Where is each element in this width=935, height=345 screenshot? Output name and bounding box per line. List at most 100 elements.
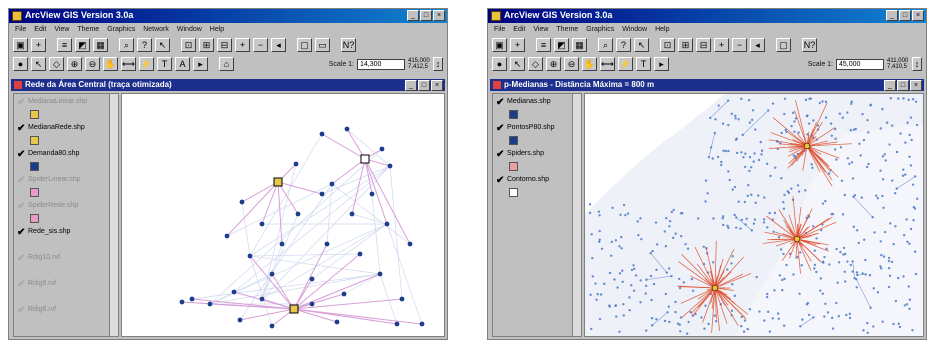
- label-icon[interactable]: T: [157, 57, 172, 71]
- menu-view[interactable]: View: [54, 24, 69, 35]
- network-icon[interactable]: ⌂: [219, 57, 234, 71]
- save-icon[interactable]: ▣: [492, 38, 507, 52]
- menu-view[interactable]: View: [533, 24, 548, 35]
- menu-theme[interactable]: Theme: [556, 24, 578, 35]
- right-table-of-contents[interactable]: ✔ Medianas.shp ✔ PontosP80.shp ✔ Spiders.shp ✔…: [492, 93, 582, 337]
- select-features-icon[interactable]: ▢: [297, 38, 312, 52]
- maximize-icon[interactable]: □: [420, 10, 432, 21]
- right-view-title-bar[interactable]: p-Medianas - Distância Máxima = 800 m _ …: [490, 79, 924, 91]
- right-title-bar[interactable]: ArcView GIS Version 3.0a _ □ ×: [488, 9, 926, 23]
- help-icon[interactable]: N?: [341, 38, 356, 52]
- menu-file[interactable]: File: [494, 24, 505, 35]
- hotlink-icon[interactable]: ⚡: [139, 57, 154, 71]
- save-icon[interactable]: ▣: [13, 38, 28, 52]
- menu-network[interactable]: Network: [143, 24, 169, 35]
- toc-theme-item[interactable]: ✔ Demanda80.shp: [14, 146, 118, 172]
- text-icon[interactable]: A: [175, 57, 190, 71]
- theme-visibility-checkbox[interactable]: ✔: [496, 175, 504, 186]
- toc-theme-item[interactable]: ✔ Spiders.shp: [493, 146, 581, 172]
- draw-icon[interactable]: ▸: [654, 57, 669, 71]
- menu-help[interactable]: Help: [210, 24, 224, 35]
- zoom-out-icon[interactable]: −: [732, 38, 747, 52]
- edit-legend-icon[interactable]: ◩: [554, 38, 569, 52]
- left-view-title-bar[interactable]: Rede da Área Central (traça otimizada) _…: [11, 79, 445, 91]
- theme-visibility-checkbox[interactable]: ✔: [17, 97, 25, 108]
- theme-visibility-checkbox[interactable]: ✔: [17, 253, 25, 264]
- view-minimize-icon[interactable]: _: [884, 80, 896, 91]
- pointer-icon[interactable]: ↖: [31, 57, 46, 71]
- toc-theme-item[interactable]: ✔ PontosP80.shp: [493, 120, 581, 146]
- hotlink-icon[interactable]: ⚡: [618, 57, 633, 71]
- measure-icon[interactable]: ⟷: [600, 57, 615, 71]
- label-icon[interactable]: T: [636, 57, 651, 71]
- zoom-active-icon[interactable]: ⊞: [678, 38, 693, 52]
- theme-visibility-checkbox[interactable]: ✔: [17, 149, 25, 160]
- scale-input[interactable]: 45,000: [836, 58, 884, 70]
- zoom-out-tool-icon[interactable]: ⊖: [85, 57, 100, 71]
- toc-theme-item[interactable]: ✔ SpiderRede.shp: [14, 198, 118, 224]
- zoom-previous-icon[interactable]: ◂: [271, 38, 286, 52]
- left-map-canvas[interactable]: [121, 93, 445, 337]
- identify-icon[interactable]: ●: [13, 57, 28, 71]
- theme-visibility-checkbox[interactable]: ✔: [17, 279, 25, 290]
- zoom-out-tool-icon[interactable]: ⊖: [564, 57, 579, 71]
- left-table-of-contents[interactable]: ✔ MedianaLinear.shp ✔ MedianaRede.shp ✔ Deman…: [13, 93, 119, 337]
- view-maximize-icon[interactable]: □: [897, 80, 909, 91]
- menu-window[interactable]: Window: [622, 24, 647, 35]
- menu-edit[interactable]: Edit: [513, 24, 525, 35]
- theme-properties-icon[interactable]: ≡: [536, 38, 551, 52]
- edit-legend-icon[interactable]: ◩: [75, 38, 90, 52]
- open-table-icon[interactable]: ▦: [572, 38, 587, 52]
- theme-visibility-checkbox[interactable]: ✔: [17, 227, 25, 238]
- zoom-full-icon[interactable]: ⊡: [660, 38, 675, 52]
- measure-icon[interactable]: ⟷: [121, 57, 136, 71]
- theme-visibility-checkbox[interactable]: ✔: [17, 175, 25, 186]
- help-icon[interactable]: N?: [802, 38, 817, 52]
- theme-visibility-checkbox[interactable]: ✔: [496, 123, 504, 134]
- query-icon[interactable]: ?: [616, 38, 631, 52]
- view-close-icon[interactable]: ×: [910, 80, 922, 91]
- zoom-in-tool-icon[interactable]: ⊕: [546, 57, 561, 71]
- right-map-canvas[interactable]: [584, 93, 924, 337]
- toc-theme-item[interactable]: ✔ MedianaLinear.shp: [14, 94, 118, 120]
- pointer-icon[interactable]: ↖: [510, 57, 525, 71]
- zoom-in-tool-icon[interactable]: ⊕: [67, 57, 82, 71]
- zoom-selected-icon[interactable]: ⊟: [696, 38, 711, 52]
- query-icon[interactable]: ?: [137, 38, 152, 52]
- theme-visibility-checkbox[interactable]: ✔: [496, 97, 504, 108]
- open-table-icon[interactable]: ▦: [93, 38, 108, 52]
- find-icon[interactable]: ⌕: [119, 38, 134, 52]
- zoom-out-icon[interactable]: −: [253, 38, 268, 52]
- add-theme-icon[interactable]: +: [31, 38, 46, 52]
- theme-visibility-checkbox[interactable]: ✔: [17, 123, 25, 134]
- pan-icon[interactable]: ✋: [582, 57, 597, 71]
- theme-visibility-checkbox[interactable]: ✔: [17, 305, 25, 316]
- menu-theme[interactable]: Theme: [77, 24, 99, 35]
- toc-theme-item[interactable]: ✔ Rdig8.rvf: [14, 302, 118, 328]
- menu-graphics[interactable]: Graphics: [586, 24, 614, 35]
- zoom-in-icon[interactable]: +: [714, 38, 729, 52]
- menu-edit[interactable]: Edit: [34, 24, 46, 35]
- vertex-edit-icon[interactable]: ◇: [49, 57, 64, 71]
- draw-icon[interactable]: ▸: [193, 57, 208, 71]
- zoom-active-icon[interactable]: ⊞: [199, 38, 214, 52]
- toc-theme-item[interactable]: ✔ Medianas.shp: [493, 94, 581, 120]
- toc-theme-item[interactable]: ✔ Contorno.shp: [493, 172, 581, 198]
- close-icon[interactable]: ×: [912, 10, 924, 21]
- identify-icon[interactable]: ●: [492, 57, 507, 71]
- toc-theme-item[interactable]: ✔ Rede_sis.shp: [14, 224, 118, 250]
- clear-selection-icon[interactable]: ▭: [315, 38, 330, 52]
- menu-help[interactable]: Help: [655, 24, 669, 35]
- minimize-icon[interactable]: _: [886, 10, 898, 21]
- scale-input[interactable]: 14,300: [357, 58, 405, 70]
- toc-theme-item[interactable]: ✔ MedianaRede.shp: [14, 120, 118, 146]
- toc-theme-item[interactable]: ✔ SpiderLinear.shp: [14, 172, 118, 198]
- maximize-icon[interactable]: □: [899, 10, 911, 21]
- zoom-full-icon[interactable]: ⊡: [181, 38, 196, 52]
- add-theme-icon[interactable]: +: [510, 38, 525, 52]
- theme-visibility-checkbox[interactable]: ✔: [496, 149, 504, 160]
- toc-theme-item[interactable]: ✔ Rdig9.rvf: [14, 276, 118, 302]
- left-title-bar[interactable]: ArcView GIS Version 3.0a _ □ ×: [9, 9, 447, 23]
- locate-icon[interactable]: ↖: [155, 38, 170, 52]
- vertex-edit-icon[interactable]: ◇: [528, 57, 543, 71]
